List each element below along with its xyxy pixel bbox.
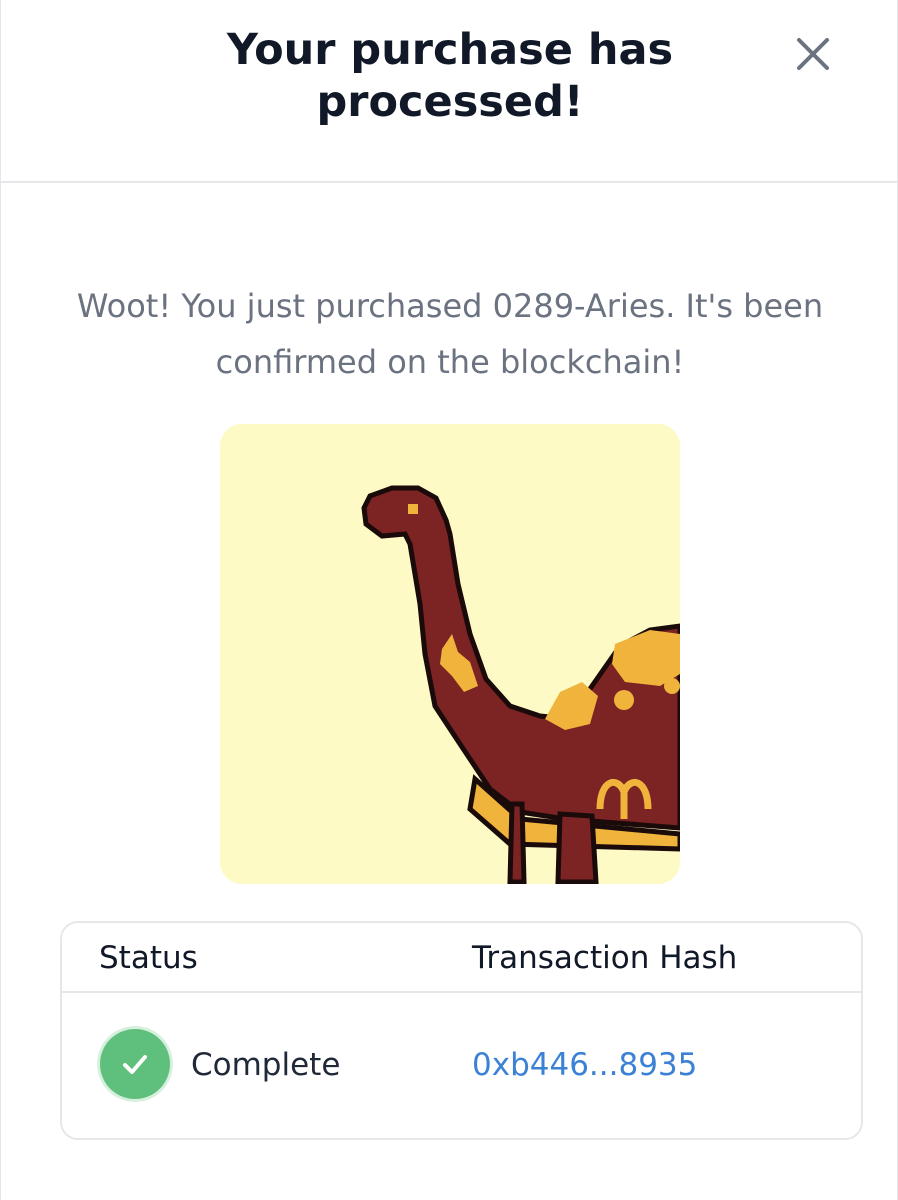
purchase-modal: Your purchase has processed! Woot! You j…	[0, 0, 898, 1200]
status-column-header: Status	[99, 940, 198, 976]
modal-title: Your purchase has processed!	[226, 25, 674, 127]
transaction-table: Status Transaction Hash Complete 0xb446.…	[60, 921, 863, 1140]
table-row: Complete 0xb446...8935	[62, 993, 861, 1138]
transaction-hash-link[interactable]: 0xb446...8935	[472, 1045, 697, 1085]
status-value: Complete	[191, 1047, 341, 1083]
purchase-message: Woot! You just purchased 0289-Aries. It'…	[76, 287, 824, 381]
modal-header: Your purchase has processed!	[1, 0, 898, 183]
close-icon	[797, 38, 829, 70]
dinosaur-illustration	[220, 424, 680, 884]
hash-column-header: Transaction Hash	[472, 940, 738, 976]
close-button[interactable]	[789, 30, 837, 78]
check-circle-icon	[100, 1029, 170, 1099]
nft-image	[220, 424, 680, 884]
table-header: Status Transaction Hash	[62, 923, 861, 993]
